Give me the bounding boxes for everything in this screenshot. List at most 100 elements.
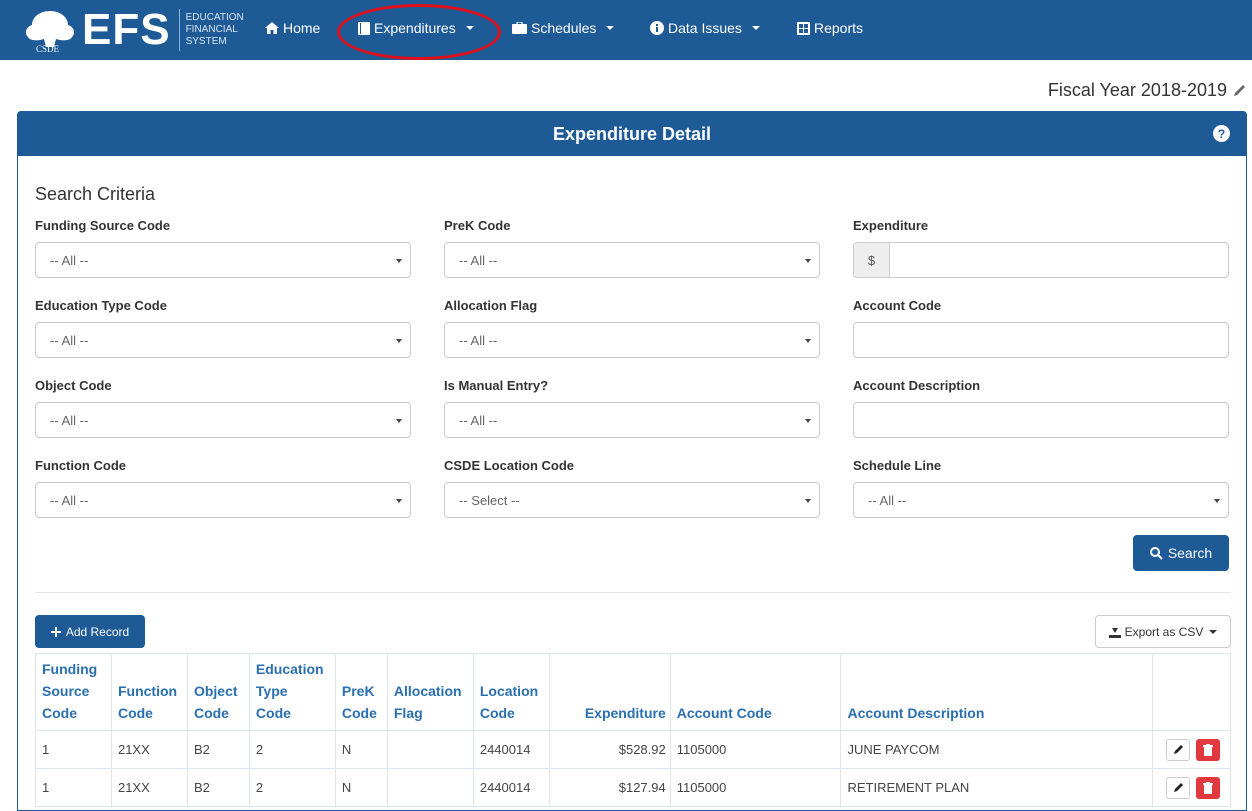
nav-home[interactable]: Home [265,20,320,36]
col-account-code[interactable]: Account Code [669,653,842,731]
search-button-label: Search [1167,545,1213,561]
col-actions [1151,653,1232,731]
pencil-icon [1173,745,1183,754]
add-record-label: Add Record [65,624,130,639]
nav-reports[interactable]: Reports [797,20,863,36]
nav-reports-label: Reports [814,20,864,36]
cell-education: 2 [248,730,336,769]
fiscal-year-selector[interactable]: Fiscal Year 2018-2019 [1048,80,1246,101]
expenditure-input[interactable]: $ [853,242,1229,278]
edit-button[interactable] [1166,738,1190,761]
add-record-button[interactable]: Add Record [35,615,145,648]
col-prek-code[interactable]: PreK Code [334,653,388,731]
search-button[interactable]: Search [1133,535,1229,571]
location-code-label: CSDE Location Code [444,458,575,473]
cell-prek: N [334,730,388,769]
table-header-row: Funding Source Code Function Code Object… [35,653,1232,731]
cell-location: 2440014 [472,768,550,807]
delete-button[interactable] [1196,738,1220,761]
header-text: Code [479,705,515,721]
panel-header: Expenditure Detail ? [18,112,1246,156]
account-description-input[interactable] [853,402,1229,438]
col-function-code[interactable]: Function Code [110,653,188,731]
trash-icon [1203,743,1213,756]
nav-schedules[interactable]: Schedules [512,20,615,36]
cell-object: B2 [186,730,250,769]
export-csv-button[interactable]: Export as CSV [1095,615,1231,648]
allocation-flag-label: Allocation Flag [444,298,538,313]
cell-account-code: 1105000 [669,768,842,807]
object-code-select[interactable]: -- All -- [35,402,411,438]
schedule-line-select[interactable]: -- All -- [853,482,1229,518]
tree-caption: CSDE [36,44,60,53]
edit-button[interactable] [1166,776,1190,799]
pencil-icon[interactable] [1233,84,1246,97]
cell-expenditure: $528.92 [548,730,671,769]
logo-efs-text: EFS [82,5,171,54]
cell-object: B2 [186,768,250,807]
header-text: Funding [42,661,98,677]
panel-title: Expenditure Detail [552,123,712,144]
funding-source-select[interactable]: -- All -- [35,242,411,278]
cell-allocation [386,730,474,769]
nav-schedules-label: Schedules [531,20,597,36]
dollar-addon: $ [854,243,890,277]
pencil-icon [1173,783,1183,792]
help-icon[interactable]: ? [1213,125,1230,142]
allocation-flag-value: -- All -- [459,332,498,348]
cell-account-code: 1105000 [669,730,842,769]
nav-home-label: Home [283,20,321,36]
col-allocation-flag[interactable]: Allocation Flag [386,653,474,731]
location-code-value: -- Select -- [459,492,520,508]
cell-account-description: RETIREMENT PLAN [840,768,1153,807]
cell-function: 21XX [110,768,188,807]
efs-logo[interactable]: CSDE EFS EDUCATION FINANCIAL SYSTEM [22,6,244,54]
expenditure-label: Expenditure [853,218,929,233]
prek-code-select[interactable]: -- All -- [444,242,820,278]
report-icon [797,21,810,35]
schedule-line-value: -- All -- [868,492,907,508]
export-csv-label: Export as CSV [1124,624,1204,639]
account-code-input[interactable] [853,322,1229,358]
logo-subtitle: EDUCATION FINANCIAL SYSTEM [186,12,244,48]
header-text: Type [255,683,288,699]
function-code-select[interactable]: -- All -- [35,482,411,518]
allocation-flag-select[interactable]: -- All -- [444,322,820,358]
header-text: Code [42,705,77,721]
cell-prek: N [334,768,388,807]
header-text: Code [117,705,153,721]
header-text: Source [42,683,90,699]
col-funding-source[interactable]: Funding Source Code [35,653,112,731]
header-text: Function [117,683,178,699]
account-code-label: Account Code [853,298,942,313]
location-code-select[interactable]: -- Select -- [444,482,820,518]
header-text: Flag [393,705,423,721]
export-icon [1108,627,1121,638]
chevron-down-icon [1209,629,1218,634]
cell-funding: 1 [35,730,112,769]
nav-data-issues[interactable]: Data Issues [650,20,760,36]
col-location-code[interactable]: Location Code [472,653,550,731]
header-text: Code [255,705,291,721]
funding-source-label: Funding Source Code [35,218,171,233]
col-education-type[interactable]: Education Type Code [248,653,336,731]
col-object-code[interactable]: Object Code [186,653,250,731]
logo-sub-line-3: SYSTEM [185,36,227,47]
search-icon [1149,546,1163,560]
object-code-label: Object Code [35,378,112,393]
col-account-description[interactable]: Account Description [840,653,1153,731]
education-type-select[interactable]: -- All -- [35,322,411,358]
delete-button[interactable] [1196,776,1220,799]
info-circle-icon [650,21,664,35]
manual-entry-select[interactable]: -- All -- [444,402,820,438]
object-code-value: -- All -- [50,412,89,428]
cell-funding: 1 [35,768,112,807]
briefcase-icon [512,22,527,34]
nav-data-issues-label: Data Issues [668,20,742,36]
cell-education: 2 [248,768,336,807]
tree-logo-icon: CSDE [25,11,75,53]
col-expenditure[interactable]: Expenditure [548,653,671,731]
header-text: Location [479,683,539,699]
education-type-value: -- All -- [50,332,89,348]
logo-sub-line-1: EDUCATION [185,12,244,23]
